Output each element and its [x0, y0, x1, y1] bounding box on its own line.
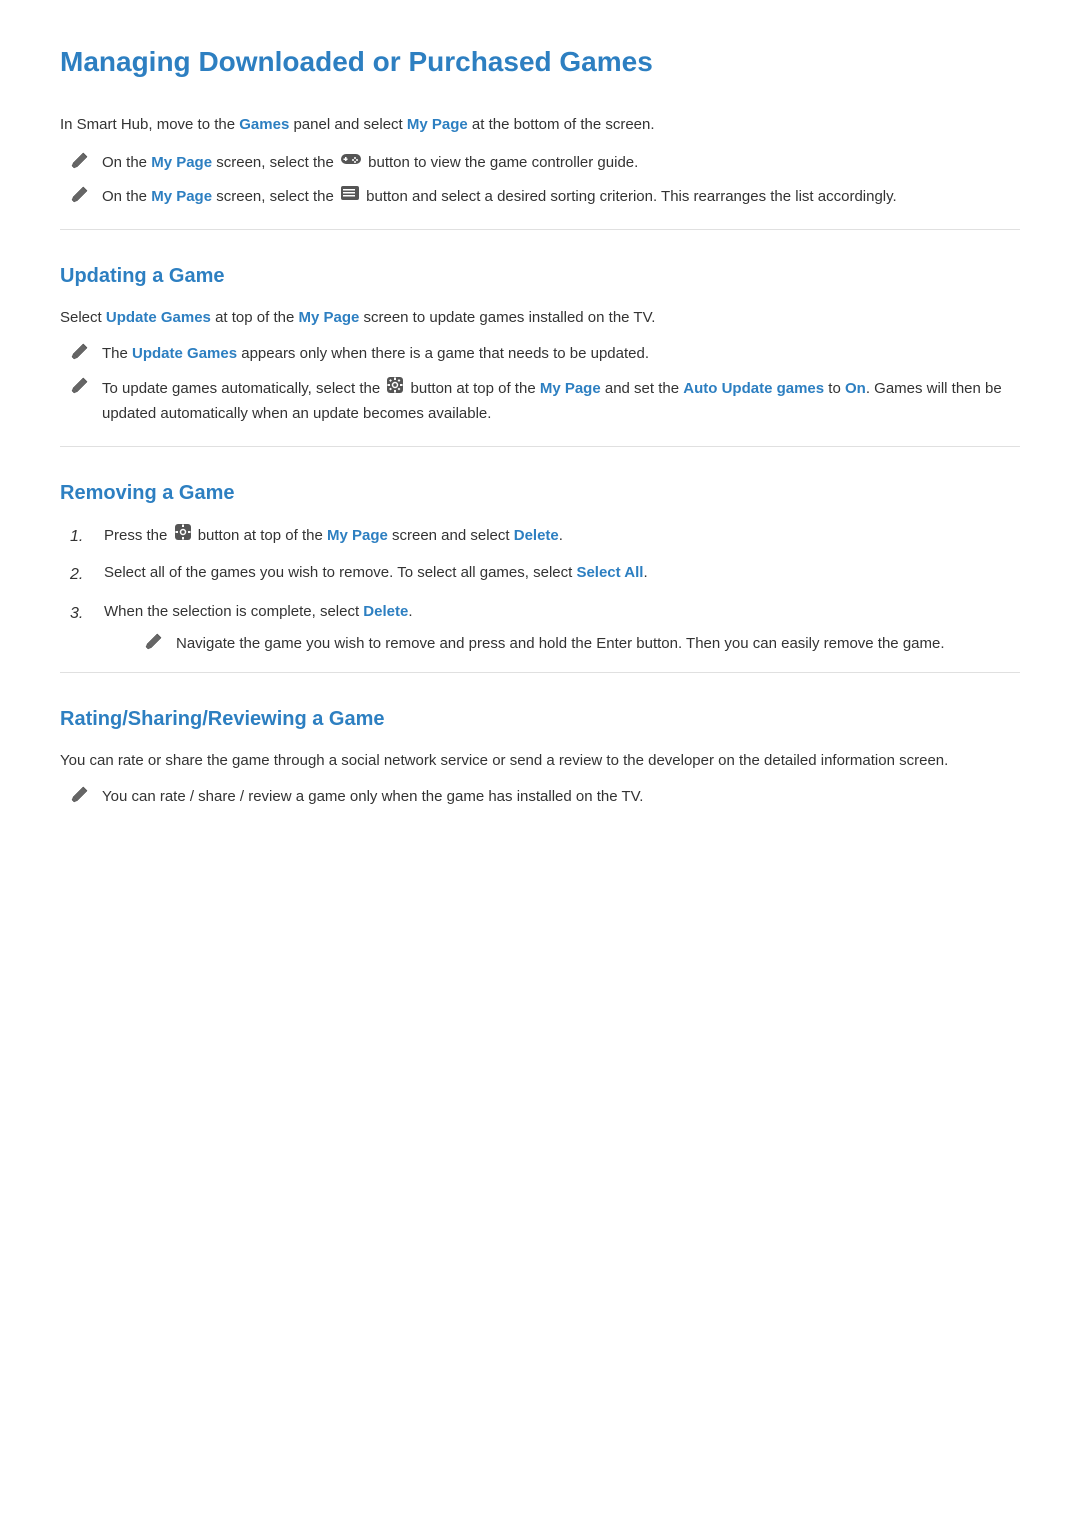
- intro-bullet-1: On the My Page screen, select the button…: [60, 151, 1020, 175]
- update-games-link-1: Update Games: [106, 309, 211, 326]
- pencil-icon-5: [144, 633, 166, 655]
- step-number-3: 3.: [70, 600, 98, 627]
- page-title: Managing Downloaded or Purchased Games: [60, 40, 1020, 93]
- removing-step-1: 1. Press the button at top of the My Pag…: [70, 523, 1020, 550]
- section-title-rating: Rating/Sharing/Reviewing a Game: [60, 703, 1020, 735]
- updating-bullet-1-text: The Update Games appears only when there…: [102, 342, 649, 366]
- pencil-icon-4: [70, 377, 92, 399]
- gear-icon-2: [174, 523, 192, 549]
- pencil-icon-1: [70, 152, 92, 174]
- sub-bullet-item: Navigate the game you wish to remove and…: [144, 632, 945, 656]
- pencil-icon-3: [70, 343, 92, 365]
- intro-bullet-2: On the My Page screen, select the button…: [60, 185, 1020, 209]
- intro-bullet-list: On the My Page screen, select the button…: [60, 151, 1020, 209]
- rating-bullet-1: You can rate / share / review a game onl…: [60, 785, 1020, 809]
- removing-step-2: 2. Select all of the games you wish to r…: [70, 561, 1020, 588]
- update-games-link-2: Update Games: [132, 345, 237, 362]
- section-title-updating: Updating a Game: [60, 260, 1020, 292]
- removing-steps-list: 1. Press the button at top of the My Pag…: [60, 523, 1020, 656]
- controller-icon: [340, 151, 362, 175]
- intro-bullet-2-text: On the My Page screen, select the button…: [102, 185, 897, 209]
- rating-bullet-1-text: You can rate / share / review a game onl…: [102, 785, 643, 809]
- gear-icon-1: [386, 376, 404, 402]
- pencil-icon-6: [70, 786, 92, 808]
- auto-update-link: Auto Update games: [683, 380, 824, 397]
- my-page-link: My Page: [407, 116, 468, 133]
- removing-step-3: 3. When the selection is complete, selec…: [70, 600, 1020, 656]
- step-3-sub-bullet: Navigate the game you wish to remove and…: [144, 632, 945, 656]
- section-divider-1: [60, 229, 1020, 230]
- on-link: On: [845, 380, 866, 397]
- intro-paragraph: In Smart Hub, move to the Games panel an…: [60, 113, 1020, 137]
- section-divider-3: [60, 672, 1020, 673]
- removing-step-2-text: Select all of the games you wish to remo…: [104, 561, 648, 585]
- removing-step-3-text: When the selection is complete, select D…: [104, 600, 945, 656]
- intro-bullet-1-text: On the My Page screen, select the button…: [102, 151, 638, 175]
- select-all-link: Select All: [576, 564, 643, 581]
- rating-intro-text: You can rate or share the game through a…: [60, 749, 1020, 773]
- sub-bullet-text: Navigate the game you wish to remove and…: [176, 632, 945, 656]
- rating-bullet-list: You can rate / share / review a game onl…: [60, 785, 1020, 809]
- step-number-1: 1.: [70, 523, 98, 550]
- updating-intro-text: Select Update Games at top of the My Pag…: [60, 306, 1020, 330]
- updating-bullet-list: The Update Games appears only when there…: [60, 342, 1020, 426]
- my-page-ref-3: My Page: [298, 309, 359, 326]
- my-page-ref-2: My Page: [151, 188, 212, 205]
- pencil-icon-2: [70, 186, 92, 208]
- delete-link-1: Delete: [514, 527, 559, 544]
- removing-step-1-text: Press the button at top of the My Page s…: [104, 523, 563, 549]
- updating-bullet-2-text: To update games automatically, select th…: [102, 376, 1020, 426]
- updating-bullet-1: The Update Games appears only when there…: [60, 342, 1020, 366]
- updating-bullet-2: To update games automatically, select th…: [60, 376, 1020, 426]
- games-link: Games: [239, 116, 289, 133]
- my-page-ref-5: My Page: [327, 527, 388, 544]
- section-divider-2: [60, 446, 1020, 447]
- my-page-ref-1: My Page: [151, 154, 212, 171]
- list-sort-icon: [340, 185, 360, 209]
- my-page-ref-4: My Page: [540, 380, 601, 397]
- step-number-2: 2.: [70, 561, 98, 588]
- section-title-removing: Removing a Game: [60, 477, 1020, 509]
- delete-link-2: Delete: [363, 603, 408, 620]
